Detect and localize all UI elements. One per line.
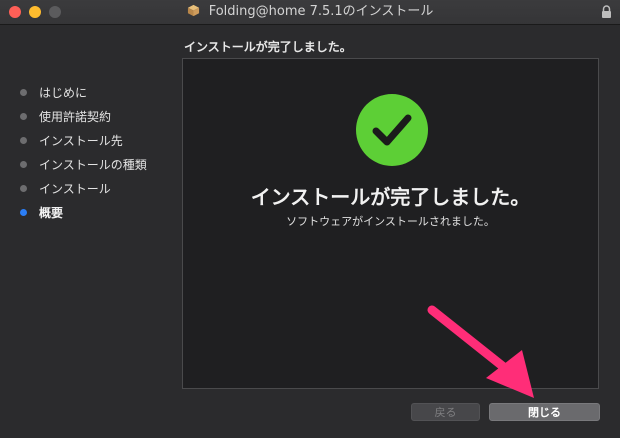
checkmark-icon [372, 114, 412, 146]
lock-icon [602, 5, 611, 18]
installer-window: Folding@home 7.5.1のインストール インストールが完了しました。… [0, 0, 620, 438]
sidebar-item-license: 使用許諾契約 [20, 104, 175, 128]
sidebar-item-label: 概要 [39, 205, 64, 220]
installer-steps-sidebar: はじめに 使用許諾契約 インストール先 インストールの種類 インストール 概要 [20, 80, 175, 224]
sidebar-item-installation-type: インストールの種類 [20, 152, 175, 176]
success-subtitle: ソフトウェアがインストールされました。 [286, 215, 495, 228]
back-button[interactable]: 戻る [411, 403, 480, 421]
sidebar-item-destination: インストール先 [20, 128, 175, 152]
summary-panel: インストールが完了しました。 ソフトウェアがインストールされました。 [182, 58, 599, 389]
step-header: インストールが完了しました。 [184, 40, 352, 54]
step-dot [20, 88, 27, 96]
step-dot [20, 184, 27, 192]
sidebar-item-label: インストール [39, 181, 111, 196]
sidebar-item-label: インストールの種類 [39, 157, 147, 172]
package-icon [187, 4, 199, 17]
sidebar-item-label: インストール先 [39, 133, 123, 148]
window-title: Folding@home 7.5.1のインストール [208, 4, 434, 19]
step-dot [20, 160, 27, 168]
sidebar-item-summary: 概要 [20, 200, 175, 224]
current-step-dot [20, 208, 27, 216]
sidebar-item-label: はじめに [39, 85, 88, 100]
sidebar-item-installation: インストール [20, 176, 175, 200]
step-dot [20, 136, 27, 144]
success-title: インストールが完了しました。 [250, 185, 531, 209]
title-bar[interactable]: Folding@home 7.5.1のインストール [0, 0, 620, 25]
sidebar-item-introduction: はじめに [20, 80, 175, 104]
success-badge [356, 94, 428, 166]
sidebar-item-label: 使用許諾契約 [39, 109, 112, 124]
window-title-area: Folding@home 7.5.1のインストール [0, 4, 620, 20]
step-dot [20, 112, 27, 120]
close-button[interactable]: 閉じる [489, 403, 600, 421]
